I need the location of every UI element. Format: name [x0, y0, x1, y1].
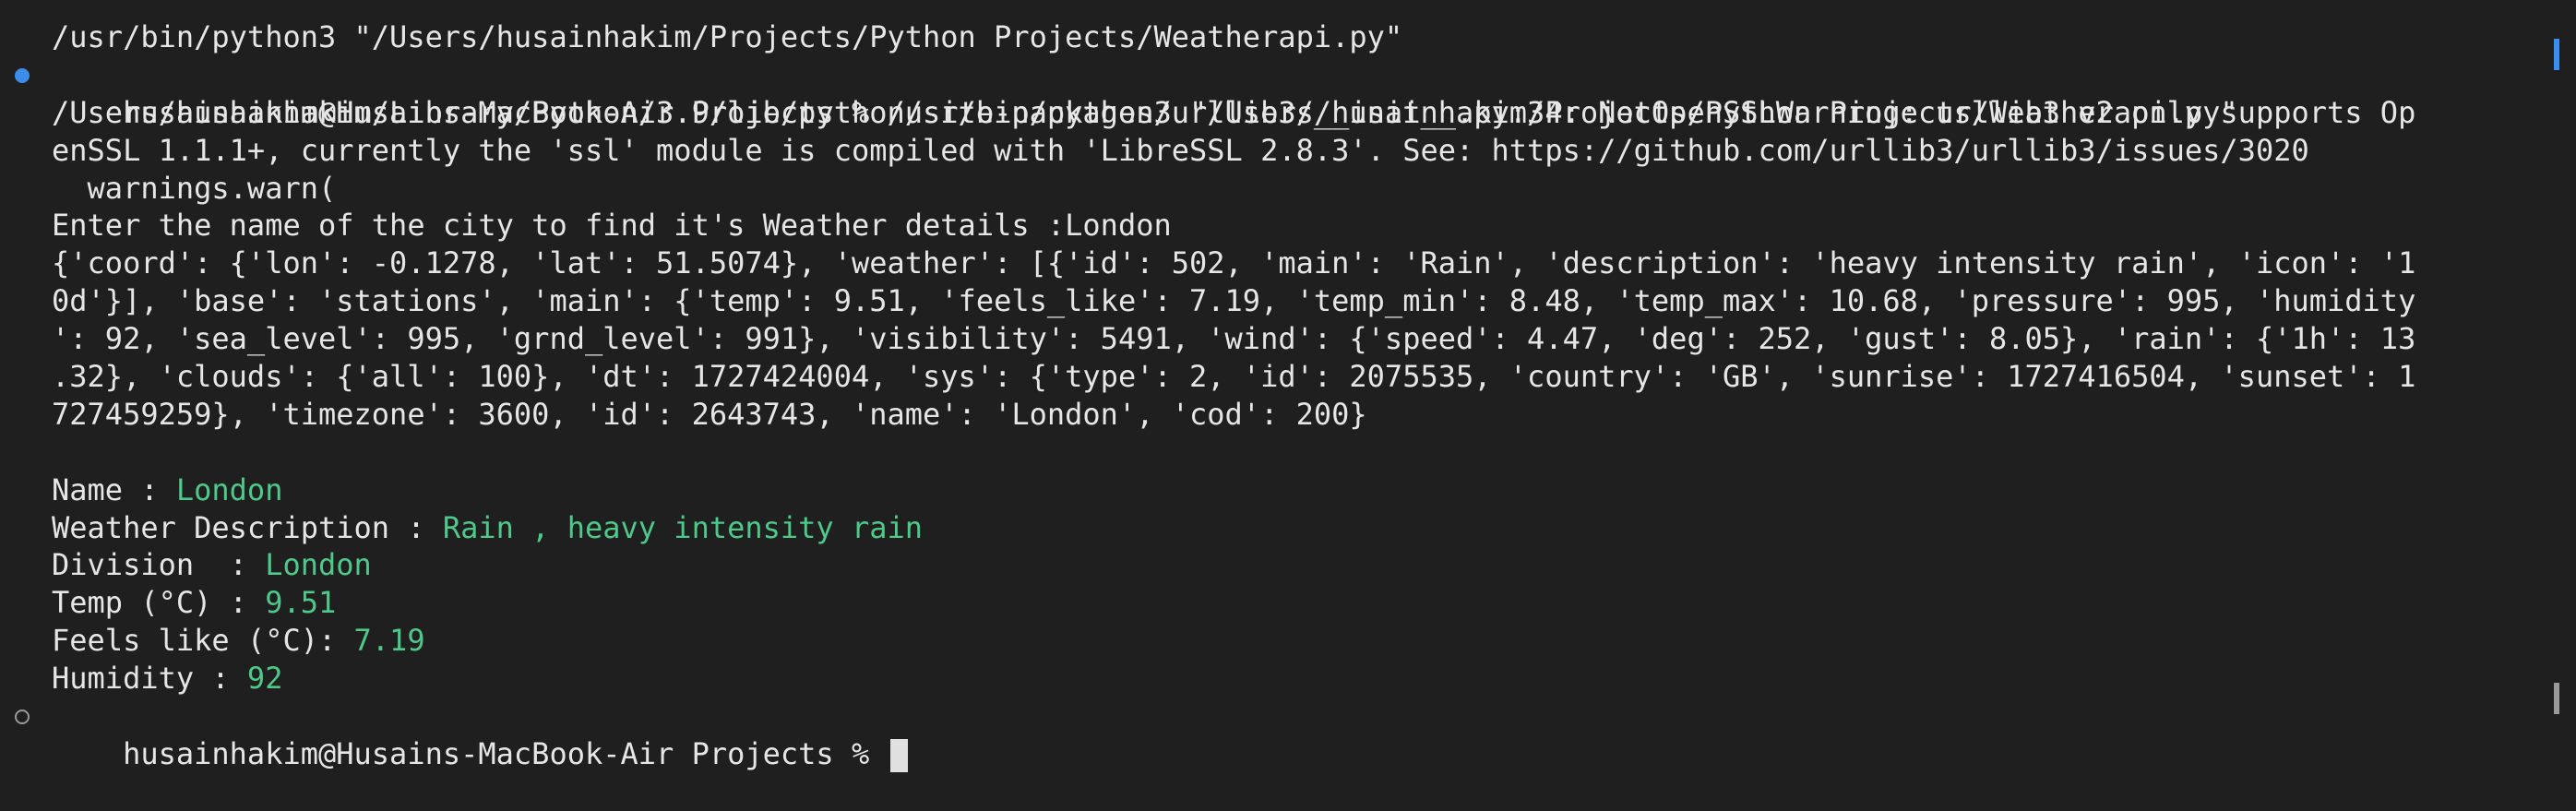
warning-line: /Users/husainhakim/Library/Python/3.9/li…: [52, 94, 2416, 130]
result-division-line: Division : London: [52, 546, 2511, 584]
command-success-marker-icon[interactable]: [15, 67, 30, 83]
result-feels-like-line: Feels like (°C): 7.19: [52, 622, 2511, 660]
result-label: Division :: [52, 547, 266, 583]
input-prompt-line: Enter the name of the city to find it's …: [52, 208, 1172, 244]
json-output-line: {'coord': {'lon': -0.1278, 'lat': 51.507…: [52, 245, 2416, 281]
json-output-line: 727459259}, 'timezone': 3600, 'id': 2643…: [52, 396, 1367, 432]
result-label: Humidity :: [52, 661, 247, 697]
result-humidity-line: Humidity : 92: [52, 660, 2511, 698]
command-pending-marker-icon[interactable]: [15, 710, 30, 725]
cursor-icon: [890, 738, 909, 772]
result-value: London: [175, 471, 283, 507]
result-label: Name :: [52, 471, 176, 507]
json-output-line: ': 92, 'sea_level': 995, 'grnd_level': 9…: [52, 321, 2416, 357]
previous-command-line: /usr/bin/python3 "/Users/husainhakim/Pro…: [52, 19, 1403, 54]
command-line: husainhakim@Husains-MacBook-Air Projects…: [15, 56, 2511, 130]
result-label: Temp (°C) :: [52, 585, 266, 621]
result-name-line: Name : London: [52, 471, 2511, 509]
result-value: 7.19: [353, 623, 425, 659]
json-output-line: .32}, 'clouds': {'all': 100}, 'dt': 1727…: [52, 359, 2416, 395]
result-label: Feels like (°C):: [52, 623, 354, 659]
final-prompt-line[interactable]: husainhakim@Husains-MacBook-Air Projects…: [15, 698, 2511, 772]
prompt: husainhakim@Husains-MacBook-Air Projects…: [123, 735, 888, 771]
result-label: Weather Description :: [52, 509, 443, 545]
warning-line: warnings.warn(: [52, 170, 337, 206]
warning-line: enSSL 1.1.1+, currently the 'ssl' module…: [52, 132, 2309, 168]
result-description-line: Weather Description : Rain , heavy inten…: [52, 509, 2511, 547]
scrollbar-bottom-marker[interactable]: [2554, 683, 2559, 714]
json-output-line: 0d'}], 'base': 'stations', 'main': {'tem…: [52, 283, 2416, 319]
terminal-output[interactable]: /usr/bin/python3 "/Users/husainhakim/Pro…: [15, 18, 2511, 772]
terminal-window: { "terminal": { "line_prev_command": "/u…: [0, 0, 2576, 779]
result-temp-line: Temp (°C) : 9.51: [52, 584, 2511, 622]
scrollbar-top-marker[interactable]: [2554, 39, 2559, 70]
result-value: London: [265, 547, 372, 583]
result-value: 92: [246, 661, 283, 697]
result-value: 9.51: [265, 585, 337, 621]
result-value: Rain , heavy intensity rain: [442, 509, 924, 545]
